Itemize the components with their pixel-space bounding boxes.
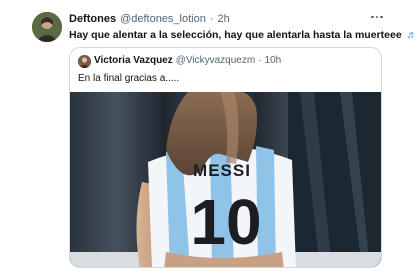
quoted-avatar-image xyxy=(78,55,91,68)
quoted-tweet-header: Victoria Vazquez @Vickyvazquezm · 10h xyxy=(94,55,281,66)
more-horizontal-icon[interactable] xyxy=(369,11,385,23)
quoted-tweet[interactable]: Victoria Vazquez @Vickyvazquezm · 10h En… xyxy=(69,47,382,268)
tweet-header: Deftones @deftones_lotion · 2h xyxy=(69,13,230,25)
tweet-text: Hay que alentar a la selección, hay que … xyxy=(69,29,417,41)
jersey-number: 10 xyxy=(190,186,261,258)
musical-notes-icon: ♬ xyxy=(406,29,418,41)
avatar-image xyxy=(32,12,62,42)
photo-illustration: MESSI 10 xyxy=(70,92,381,267)
author-handle[interactable]: @deftones_lotion xyxy=(120,13,206,25)
quoted-tweet-photo[interactable]: MESSI 10 xyxy=(70,92,381,267)
quoted-author-handle[interactable]: @Vickyvazquezm xyxy=(176,55,255,66)
author-avatar[interactable] xyxy=(32,12,62,42)
quoted-separator-dot: · xyxy=(258,55,262,66)
tweet-time[interactable]: 2h xyxy=(218,13,230,25)
quoted-author-name[interactable]: Victoria Vazquez xyxy=(94,55,173,66)
quoted-author-avatar[interactable] xyxy=(78,55,91,68)
separator-dot: · xyxy=(209,13,214,25)
tweet[interactable]: Deftones @deftones_lotion · 2h Hay que a… xyxy=(0,0,420,280)
jersey-name: MESSI xyxy=(193,161,251,180)
tweet-text-content: Hay que alentar a la selección, hay que … xyxy=(69,29,402,41)
author-name[interactable]: Deftones xyxy=(69,13,116,25)
quoted-tweet-text: En la final gracias a..... xyxy=(78,73,180,84)
quoted-tweet-time[interactable]: 10h xyxy=(265,55,282,66)
